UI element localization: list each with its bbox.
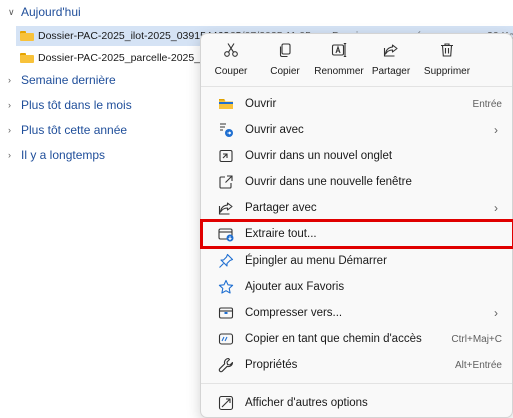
share-icon bbox=[218, 202, 233, 215]
group-label: Plus tôt dans le mois bbox=[21, 98, 132, 112]
menu-item-properties[interactable]: Propriétés Alt+Entrée bbox=[205, 352, 510, 378]
star-icon bbox=[218, 279, 234, 294]
menu-item-pin-start[interactable]: Épingler au menu Démarrer bbox=[205, 248, 510, 274]
menu-item-copy-as-path[interactable]: Copier en tant que chemin d'accès Ctrl+M… bbox=[205, 326, 510, 352]
share-button[interactable]: Partager bbox=[363, 42, 419, 77]
copy-button[interactable]: Copier bbox=[257, 42, 313, 77]
menu-item-open[interactable]: Ouvrir Entrée bbox=[205, 91, 510, 117]
archive-icon bbox=[218, 307, 234, 319]
menu-item-more-options[interactable]: Afficher d'autres options bbox=[205, 390, 510, 416]
more-options-icon bbox=[218, 395, 234, 411]
trash-icon bbox=[441, 43, 453, 57]
chevron-down-icon: ∨ bbox=[8, 6, 15, 17]
chevron-right-icon: › bbox=[8, 150, 11, 160]
cut-button[interactable]: Couper bbox=[203, 42, 259, 77]
menu-item-open-with[interactable]: Ouvrir avec › bbox=[205, 117, 510, 143]
scissors-icon bbox=[224, 43, 238, 57]
chevron-right-icon: › bbox=[494, 201, 498, 215]
chevron-right-icon: › bbox=[8, 100, 11, 110]
context-menu: Couper Copier Renommer Partager Supprime… bbox=[200, 33, 513, 418]
quick-actions-bar: Couper Copier Renommer Partager Supprime… bbox=[201, 34, 512, 87]
menu-separator bbox=[201, 383, 512, 384]
group-header-last-week[interactable]: › Semaine dernière bbox=[8, 71, 116, 89]
rename-icon bbox=[331, 42, 347, 58]
delete-button[interactable]: Supprimer bbox=[419, 42, 475, 77]
menu-item-open-new-window[interactable]: Ouvrir dans une nouvelle fenêtre bbox=[205, 169, 510, 195]
chevron-right-icon: › bbox=[8, 125, 11, 135]
wrench-icon bbox=[218, 357, 234, 373]
group-label: Il y a longtemps bbox=[21, 148, 106, 162]
menu-item-add-favorites[interactable]: Ajouter aux Favoris bbox=[205, 274, 510, 300]
menu-item-share-with[interactable]: Partager avec › bbox=[205, 195, 510, 221]
share-icon bbox=[383, 44, 398, 57]
group-header-long-ago[interactable]: › Il y a longtemps bbox=[8, 146, 105, 164]
new-window-icon bbox=[219, 175, 233, 189]
rename-button[interactable]: Renommer bbox=[311, 42, 367, 77]
folder-icon bbox=[219, 99, 233, 109]
chevron-right-icon: › bbox=[8, 75, 11, 85]
group-label: Semaine dernière bbox=[21, 73, 116, 87]
zip-folder-icon bbox=[20, 53, 34, 63]
group-header-earlier-month[interactable]: › Plus tôt dans le mois bbox=[8, 96, 132, 114]
group-header-today[interactable]: ∨ Aujourd'hui bbox=[8, 3, 81, 21]
copy-icon bbox=[279, 43, 291, 58]
chevron-right-icon: › bbox=[494, 123, 498, 137]
menu-item-compress-to[interactable]: Compresser vers... › bbox=[205, 300, 510, 326]
open-with-icon bbox=[220, 123, 233, 137]
chevron-right-icon: › bbox=[494, 306, 498, 320]
extract-icon bbox=[218, 228, 234, 242]
group-label: Plus tôt cette année bbox=[21, 123, 128, 137]
group-label: Aujourd'hui bbox=[21, 5, 81, 19]
pin-icon bbox=[219, 253, 234, 268]
menu-item-open-new-tab[interactable]: Ouvrir dans un nouvel onglet bbox=[205, 143, 510, 169]
new-tab-icon bbox=[219, 149, 233, 163]
group-header-earlier-year[interactable]: › Plus tôt cette année bbox=[8, 121, 127, 139]
zip-folder-icon bbox=[20, 31, 34, 41]
path-icon bbox=[218, 333, 234, 345]
menu-item-extract-all[interactable]: Extraire tout... bbox=[200, 219, 513, 249]
